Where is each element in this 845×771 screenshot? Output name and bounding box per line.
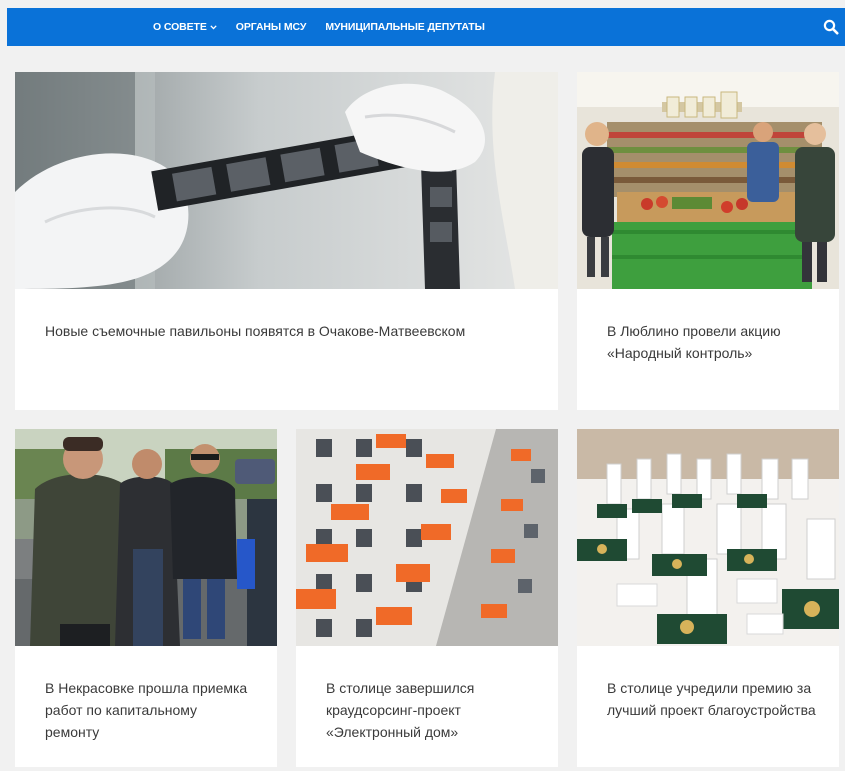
chevron-down-icon [210, 21, 217, 33]
news-card[interactable]: Новые съемочные павильоны появятся в Оча… [15, 72, 558, 410]
news-title[interactable]: В столице завершился краудсорсинг-проект… [326, 677, 536, 743]
main-nav: О СОВЕТЕ ОРГАНЫ МСУ МУНИЦИПАЛЬНЫЕ ДЕПУТА… [153, 8, 485, 46]
nav-item-label: ОРГАНЫ МСУ [235, 21, 307, 33]
top-navigation-bar: О СОВЕТЕ ОРГАНЫ МСУ МУНИЦИПАЛЬНЫЕ ДЕПУТА… [7, 8, 845, 46]
news-card[interactable]: В столице завершился краудсорсинг-проект… [296, 429, 558, 767]
news-title[interactable]: В Некрасовке прошла приемка работ по кап… [45, 677, 255, 743]
news-title[interactable]: Новые съемочные павильоны появятся в Оча… [45, 320, 536, 342]
page: О СОВЕТЕ ОРГАНЫ МСУ МУНИЦИПАЛЬНЫЕ ДЕПУТА… [0, 0, 845, 771]
news-image[interactable] [15, 72, 558, 289]
news-title[interactable]: В Люблино провели акцию «Народный контро… [607, 320, 817, 364]
news-image[interactable] [15, 429, 277, 646]
news-image[interactable] [577, 429, 839, 646]
nav-item-label: О СОВЕТЕ [153, 21, 207, 33]
news-card[interactable]: В столице учредили премию за лучший прое… [577, 429, 839, 767]
nav-item-label: МУНИЦИПАЛЬНЫЕ ДЕПУТАТЫ [325, 21, 485, 33]
nav-item-municipal-deputies[interactable]: МУНИЦИПАЛЬНЫЕ ДЕПУТАТЫ [325, 21, 485, 33]
nav-item-about-council[interactable]: О СОВЕТЕ [153, 21, 217, 33]
nav-item-local-government[interactable]: ОРГАНЫ МСУ [236, 21, 307, 33]
news-title[interactable]: В столице учредили премию за лучший прое… [607, 677, 817, 721]
search-icon[interactable] [823, 19, 839, 35]
news-image[interactable] [577, 72, 839, 289]
news-card[interactable]: В Некрасовке прошла приемка работ по кап… [15, 429, 277, 767]
news-image[interactable] [296, 429, 558, 646]
news-card[interactable]: В Люблино провели акцию «Народный контро… [577, 72, 839, 410]
